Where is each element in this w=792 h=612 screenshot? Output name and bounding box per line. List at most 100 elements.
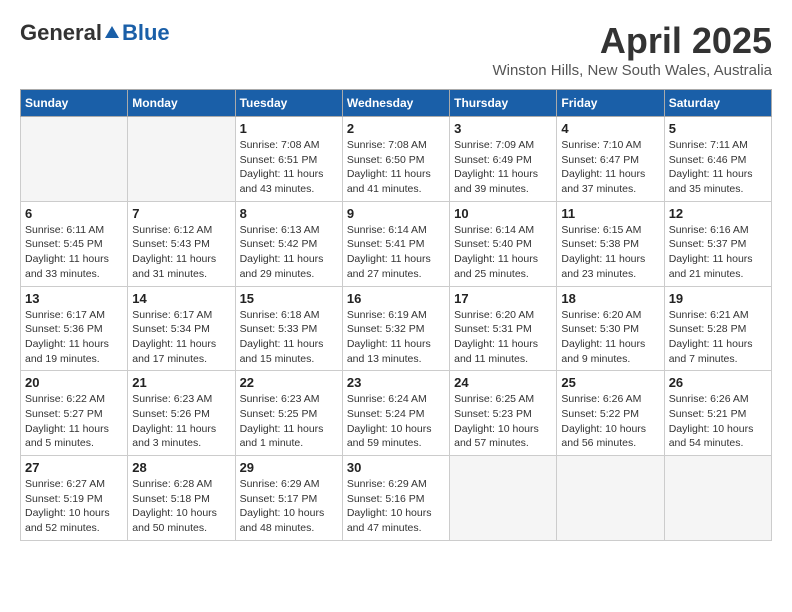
day-number: 8 [240,206,338,221]
table-row: 21 Sunrise: 6:23 AM Sunset: 5:26 PM Dayli… [128,371,235,456]
subtitle: Winston Hills, New South Wales, Australi… [492,62,772,79]
col-tuesday: Tuesday [235,90,342,117]
calendar-week-row: 1 Sunrise: 7:08 AM Sunset: 6:51 PM Daylig… [21,117,772,202]
logo-icon [103,24,121,42]
day-info: Sunrise: 6:14 AM Sunset: 5:41 PM Dayligh… [347,223,445,282]
col-monday: Monday [128,90,235,117]
day-info: Sunrise: 6:26 AM Sunset: 5:21 PM Dayligh… [669,392,767,451]
day-number: 9 [347,206,445,221]
col-saturday: Saturday [664,90,771,117]
table-row: 2Sunrise: 7:08 AM Sunset: 6:50 PM Daylig… [342,117,449,202]
calendar-week-row: 27Sunrise: 6:27 AM Sunset: 5:19 PM Dayli… [21,456,772,541]
day-number: 26 [669,375,767,390]
day-number: 27 [25,460,123,475]
table-row: 30 Sunrise: 6:29 AM Sunset: 5:16 PM Dayli… [342,456,449,541]
day-number: 4 [561,121,659,136]
calendar-table: Sunday Monday Tuesday Wednesday Thursday… [20,89,772,541]
table-row: 13 Sunrise: 6:17 AM Sunset: 5:36 PM Dayli… [21,286,128,371]
day-number: 28 [132,460,230,475]
table-row: 12 Sunrise: 6:16 AM Sunset: 5:37 PM Dayli… [664,201,771,286]
table-row: 3Sunrise: 7:09 AM Sunset: 6:49 PM Daylig… [450,117,557,202]
day-number: 17 [454,291,552,306]
day-info: Sunrise: 6:25 AM Sunset: 5:23 PM Dayligh… [454,392,552,451]
day-info: Sunrise: 6:13 AM Sunset: 5:42 PM Dayligh… [240,223,338,282]
day-number: 1 [240,121,338,136]
day-info: Sunrise: 6:12 AM Sunset: 5:43 PM Dayligh… [132,223,230,282]
logo: General Blue [20,20,170,46]
col-sunday: Sunday [21,90,128,117]
day-info: Sunrise: 6:17 AM Sunset: 5:34 PM Dayligh… [132,308,230,367]
day-number: 23 [347,375,445,390]
table-row: 24 Sunrise: 6:25 AM Sunset: 5:23 PM Dayli… [450,371,557,456]
table-row: 19 Sunrise: 6:21 AM Sunset: 5:28 PM Dayli… [664,286,771,371]
day-number: 24 [454,375,552,390]
table-row: 22 Sunrise: 6:23 AM Sunset: 5:25 PM Dayli… [235,371,342,456]
calendar-header-row: Sunday Monday Tuesday Wednesday Thursday… [21,90,772,117]
table-row [128,117,235,202]
table-row: 15 Sunrise: 6:18 AM Sunset: 5:33 PM Dayli… [235,286,342,371]
calendar-week-row: 20Sunrise: 6:22 AM Sunset: 5:27 PM Dayli… [21,371,772,456]
table-row: 11 Sunrise: 6:15 AM Sunset: 5:38 PM Dayli… [557,201,664,286]
day-number: 21 [132,375,230,390]
table-row: 28 Sunrise: 6:28 AM Sunset: 5:18 PM Dayli… [128,456,235,541]
table-row [21,117,128,202]
col-friday: Friday [557,90,664,117]
day-info: Sunrise: 7:09 AM Sunset: 6:49 PM Dayligh… [454,138,552,197]
day-number: 7 [132,206,230,221]
day-info: Sunrise: 6:29 AM Sunset: 5:17 PM Dayligh… [240,477,338,536]
day-number: 20 [25,375,123,390]
day-info: Sunrise: 6:20 AM Sunset: 5:31 PM Dayligh… [454,308,552,367]
month-year: April 2025 [492,20,772,62]
day-number: 15 [240,291,338,306]
table-row: 10 Sunrise: 6:14 AM Sunset: 5:40 PM Dayli… [450,201,557,286]
table-row: 7 Sunrise: 6:12 AM Sunset: 5:43 PM Daylig… [128,201,235,286]
day-number: 12 [669,206,767,221]
table-row: 25Sunrise: 6:26 AM Sunset: 5:22 PM Dayli… [557,371,664,456]
day-info: Sunrise: 6:14 AM Sunset: 5:40 PM Dayligh… [454,223,552,282]
day-info: Sunrise: 6:19 AM Sunset: 5:32 PM Dayligh… [347,308,445,367]
day-number: 29 [240,460,338,475]
day-info: Sunrise: 7:08 AM Sunset: 6:51 PM Dayligh… [240,138,338,197]
day-number: 10 [454,206,552,221]
day-info: Sunrise: 6:18 AM Sunset: 5:33 PM Dayligh… [240,308,338,367]
table-row: 4 Sunrise: 7:10 AM Sunset: 6:47 PM Daylig… [557,117,664,202]
day-info: Sunrise: 6:11 AM Sunset: 5:45 PM Dayligh… [25,223,123,282]
day-number: 11 [561,206,659,221]
table-row: 20Sunrise: 6:22 AM Sunset: 5:27 PM Dayli… [21,371,128,456]
calendar-week-row: 13 Sunrise: 6:17 AM Sunset: 5:36 PM Dayli… [21,286,772,371]
day-info: Sunrise: 6:24 AM Sunset: 5:24 PM Dayligh… [347,392,445,451]
table-row: 26 Sunrise: 6:26 AM Sunset: 5:21 PM Dayli… [664,371,771,456]
day-number: 5 [669,121,767,136]
day-info: Sunrise: 6:29 AM Sunset: 5:16 PM Dayligh… [347,477,445,536]
day-info: Sunrise: 6:16 AM Sunset: 5:37 PM Dayligh… [669,223,767,282]
col-wednesday: Wednesday [342,90,449,117]
table-row: 14Sunrise: 6:17 AM Sunset: 5:34 PM Dayli… [128,286,235,371]
day-number: 22 [240,375,338,390]
col-thursday: Thursday [450,90,557,117]
table-row: 17 Sunrise: 6:20 AM Sunset: 5:31 PM Dayli… [450,286,557,371]
day-number: 13 [25,291,123,306]
table-row: 23 Sunrise: 6:24 AM Sunset: 5:24 PM Dayli… [342,371,449,456]
table-row: 1 Sunrise: 7:08 AM Sunset: 6:51 PM Daylig… [235,117,342,202]
table-row: 8 Sunrise: 6:13 AM Sunset: 5:42 PM Daylig… [235,201,342,286]
table-row [450,456,557,541]
day-number: 6 [25,206,123,221]
day-number: 19 [669,291,767,306]
page-header: General Blue April 2025 Winston Hills, N… [20,20,772,79]
day-info: Sunrise: 6:15 AM Sunset: 5:38 PM Dayligh… [561,223,659,282]
day-info: Sunrise: 7:10 AM Sunset: 6:47 PM Dayligh… [561,138,659,197]
table-row: 27Sunrise: 6:27 AM Sunset: 5:19 PM Dayli… [21,456,128,541]
day-info: Sunrise: 7:08 AM Sunset: 6:50 PM Dayligh… [347,138,445,197]
day-info: Sunrise: 6:17 AM Sunset: 5:36 PM Dayligh… [25,308,123,367]
day-info: Sunrise: 6:23 AM Sunset: 5:26 PM Dayligh… [132,392,230,451]
day-number: 18 [561,291,659,306]
table-row [664,456,771,541]
day-info: Sunrise: 6:28 AM Sunset: 5:18 PM Dayligh… [132,477,230,536]
title-block: April 2025 Winston Hills, New South Wale… [492,20,772,79]
table-row: 5Sunrise: 7:11 AM Sunset: 6:46 PM Daylig… [664,117,771,202]
day-info: Sunrise: 6:21 AM Sunset: 5:28 PM Dayligh… [669,308,767,367]
table-row [557,456,664,541]
logo-general: General [20,20,102,46]
day-number: 30 [347,460,445,475]
day-info: Sunrise: 6:23 AM Sunset: 5:25 PM Dayligh… [240,392,338,451]
